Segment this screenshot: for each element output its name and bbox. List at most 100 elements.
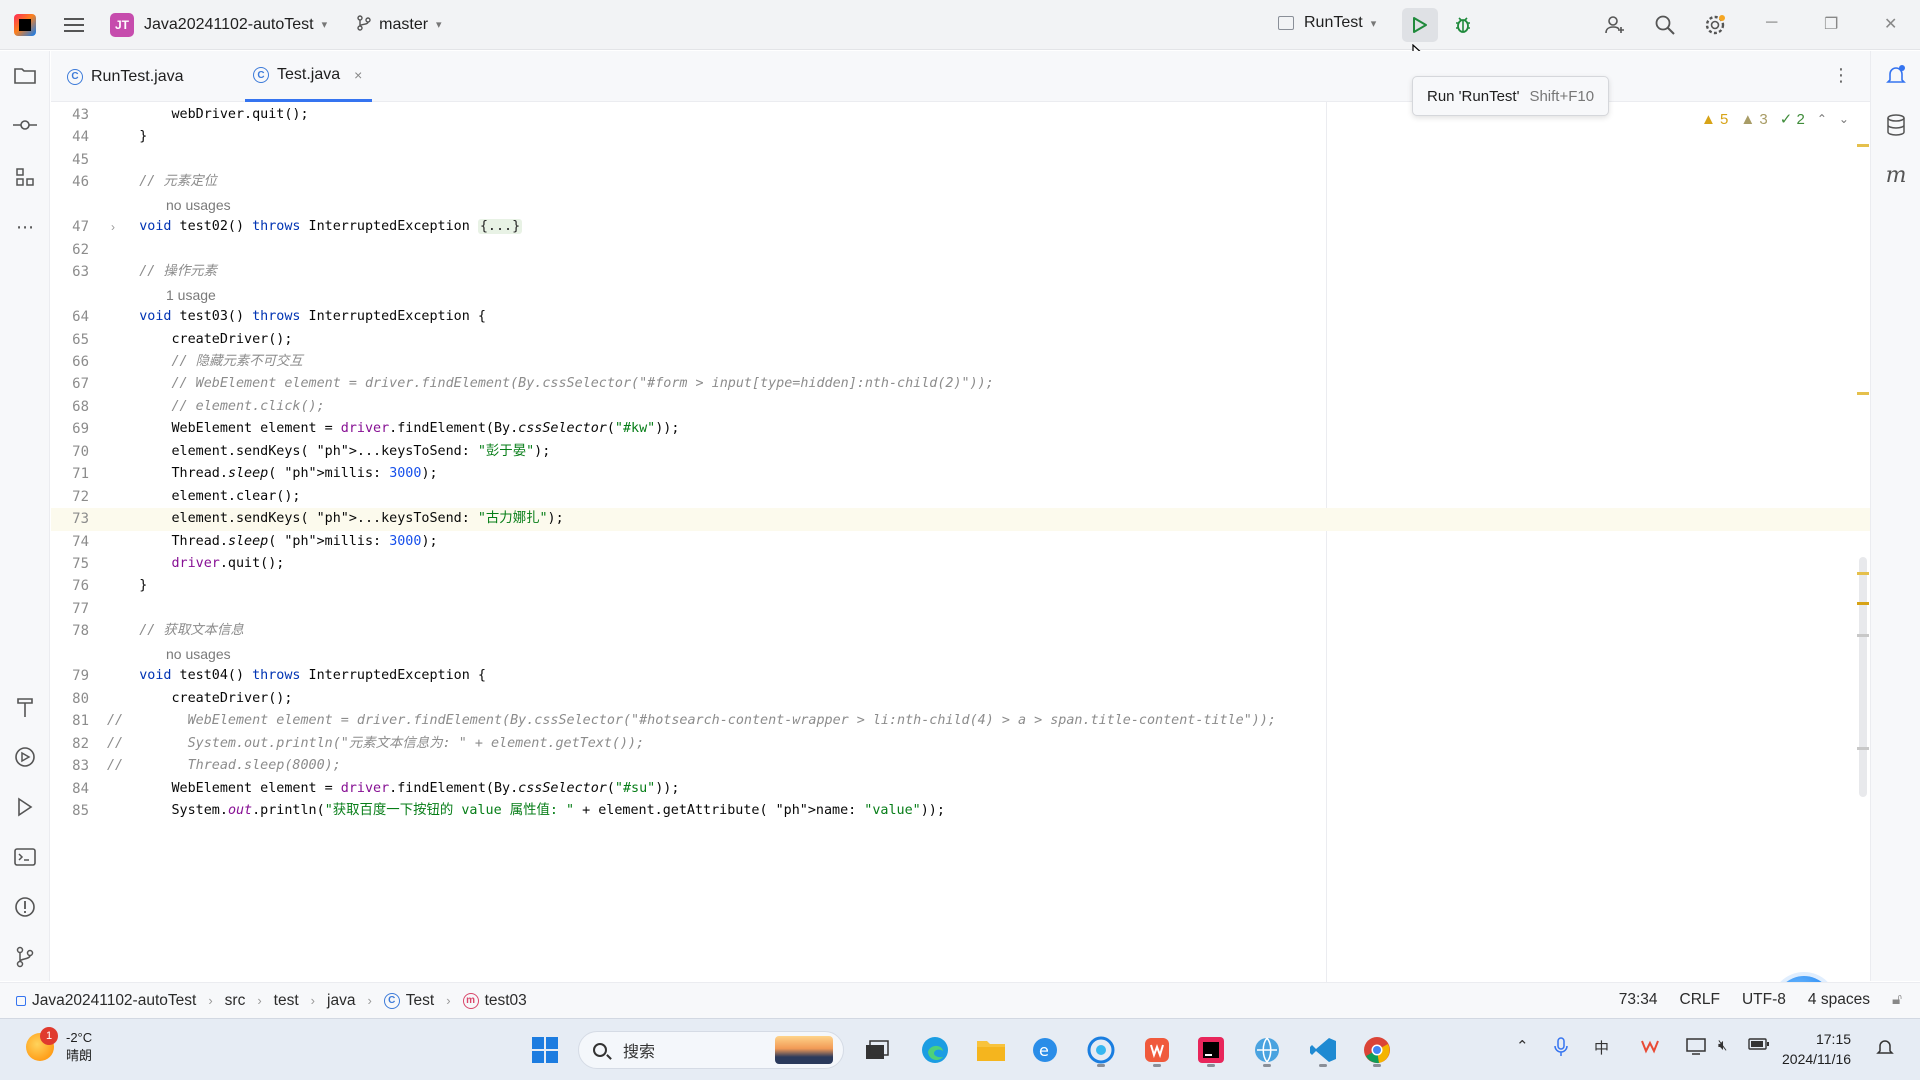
breadcrumb-item[interactable]: test03: [485, 992, 527, 1010]
code-text[interactable]: driver.quit();: [107, 553, 285, 575]
code-line[interactable]: 45: [51, 149, 1870, 171]
wps-tray-icon[interactable]: [1640, 1037, 1660, 1059]
usage-hint-row[interactable]: 1 usage: [51, 284, 1870, 306]
code-text[interactable]: // Thread.sleep(8000);: [107, 755, 341, 777]
edge-browser-icon[interactable]: [916, 1031, 954, 1069]
code-line[interactable]: 66 // 隐藏元素不可交互: [51, 351, 1870, 373]
code-line[interactable]: 44 }: [51, 126, 1870, 148]
code-text[interactable]: createDriver();: [107, 688, 292, 710]
code-text[interactable]: Thread.sleep( "ph">millis: 3000);: [107, 463, 437, 485]
main-menu-icon[interactable]: [64, 15, 84, 35]
problems-icon[interactable]: [13, 895, 37, 919]
vertical-scrollbar[interactable]: [1859, 557, 1867, 797]
settings-gear-icon[interactable]: [1702, 12, 1728, 38]
breadcrumb-item[interactable]: Java20241102-autoTest: [32, 992, 196, 1010]
more-tools-icon[interactable]: ⋯: [13, 215, 37, 239]
windows-start-icon[interactable]: [526, 1031, 564, 1069]
run-configuration-selector[interactable]: RunTest ▾: [1278, 14, 1376, 32]
code-text[interactable]: // element.click();: [107, 396, 324, 418]
code-text[interactable]: // 元素定位: [107, 171, 217, 193]
code-line[interactable]: 74 Thread.sleep( "ph">millis: 3000);: [51, 531, 1870, 553]
run-button[interactable]: [1402, 8, 1438, 42]
chevron-up-icon[interactable]: ⌃: [1516, 1037, 1529, 1055]
code-line[interactable]: 76 }: [51, 575, 1870, 597]
chrome-icon[interactable]: [1358, 1031, 1396, 1069]
more-options-icon[interactable]: ⋮: [1832, 65, 1850, 86]
code-line[interactable]: 77: [51, 598, 1870, 620]
network-app-icon[interactable]: [1248, 1031, 1286, 1069]
code-line[interactable]: 75 driver.quit();: [51, 553, 1870, 575]
breadcrumb-item[interactable]: src: [225, 992, 246, 1010]
code-line[interactable]: 68 // element.click();: [51, 396, 1870, 418]
notification-bell-icon[interactable]: [1876, 1037, 1894, 1061]
restore-icon[interactable]: ❐: [1824, 14, 1838, 34]
code-text[interactable]: element.clear();: [107, 486, 300, 508]
code-text[interactable]: // System.out.println("元素文本信息为: " + elem…: [107, 733, 644, 755]
code-line[interactable]: 84 WebElement element = driver.findEleme…: [51, 778, 1870, 800]
file-explorer-icon[interactable]: [972, 1031, 1010, 1069]
chevron-down-icon[interactable]: ▾: [322, 18, 328, 31]
code-line[interactable]: 73 element.sendKeys( "ph">...keysToSend:…: [51, 508, 1870, 531]
usage-hint[interactable]: no usages: [166, 194, 231, 216]
code-text[interactable]: WebElement element = driver.findElement(…: [107, 778, 679, 800]
code-text[interactable]: WebElement element = driver.findElement(…: [107, 418, 679, 440]
caret-position[interactable]: 73:34: [1619, 991, 1658, 1009]
code-text[interactable]: // 操作元素: [107, 261, 217, 283]
vscode-icon[interactable]: [1304, 1031, 1342, 1069]
close-icon[interactable]: ✕: [1884, 14, 1897, 34]
project-badge[interactable]: JT: [110, 12, 134, 37]
code-line[interactable]: 70 element.sendKeys( "ph">...keysToSend:…: [51, 441, 1870, 463]
code-line[interactable]: 79 void test04() throws InterruptedExcep…: [51, 665, 1870, 687]
add-user-icon[interactable]: [1602, 12, 1628, 38]
code-line[interactable]: 81 // WebElement element = driver.findEle…: [51, 710, 1870, 732]
code-line[interactable]: 62: [51, 239, 1870, 261]
code-editor[interactable]: ▲ 5 ▲ 3 ✓ 2 ⌃ ⌄ 43 webDriver.quit(); 44 }…: [51, 102, 1870, 982]
branch-selector[interactable]: master: [379, 16, 428, 34]
input-method-icon[interactable]: 中: [1594, 1037, 1609, 1058]
commit-icon[interactable]: [13, 113, 37, 137]
maven-icon[interactable]: m: [1884, 163, 1908, 188]
search-icon[interactable]: [1652, 12, 1678, 38]
intellij-logo-icon[interactable]: [14, 13, 36, 36]
git-branch-icon[interactable]: [357, 14, 371, 35]
chevron-down-icon[interactable]: ▾: [436, 18, 442, 31]
usage-hint[interactable]: 1 usage: [166, 284, 216, 306]
services-icon[interactable]: [13, 745, 37, 769]
code-line[interactable]: 64 void test03() throws InterruptedExcep…: [51, 306, 1870, 328]
task-view-icon[interactable]: [858, 1031, 896, 1069]
breadcrumb-item[interactable]: Test: [406, 992, 434, 1010]
code-line[interactable]: 82 // System.out.println("元素文本信息为: " + el…: [51, 733, 1870, 755]
code-text[interactable]: }: [107, 126, 147, 148]
code-text[interactable]: createDriver();: [107, 329, 292, 351]
weather-widget[interactable]: 1 -2°C 晴朗: [26, 1027, 92, 1065]
code-text[interactable]: // 隐藏元素不可交互: [107, 351, 302, 373]
code-text[interactable]: void test03() throws InterruptedExceptio…: [107, 306, 486, 328]
tab-test-java[interactable]: C Test.java ×: [245, 51, 373, 102]
usage-hint[interactable]: no usages: [166, 643, 231, 665]
tab-runtest-java[interactable]: C RunTest.java: [67, 51, 208, 102]
speaker-muted-icon[interactable]: 🔇︎: [1718, 1037, 1727, 1054]
code-text[interactable]: Thread.sleep( "ph">millis: 3000);: [107, 531, 437, 553]
code-line[interactable]: 72 element.clear();: [51, 486, 1870, 508]
usage-hint-row[interactable]: no usages: [51, 194, 1870, 216]
file-encoding[interactable]: UTF-8: [1742, 991, 1786, 1009]
browser-app-icon[interactable]: [1082, 1031, 1120, 1069]
battery-icon[interactable]: [1748, 1037, 1770, 1055]
code-line[interactable]: 63 // 操作元素: [51, 261, 1870, 283]
database-icon[interactable]: [1884, 113, 1908, 137]
code-text[interactable]: element.sendKeys( "ph">...keysToSend: "古…: [107, 508, 563, 530]
code-line[interactable]: 85 System.out.println("获取百度一下按钮的 value 属…: [51, 800, 1870, 822]
system-clock[interactable]: 17:15 2024/11/16: [1782, 1029, 1851, 1069]
line-separator[interactable]: CRLF: [1680, 991, 1720, 1009]
code-text[interactable]: void test04() throws InterruptedExceptio…: [107, 665, 486, 687]
project-selector[interactable]: Java20241102-autoTest: [144, 16, 314, 34]
git-icon[interactable]: [13, 945, 37, 969]
project-folder-icon[interactable]: [13, 63, 37, 87]
network-icon[interactable]: [1686, 1037, 1708, 1059]
code-line[interactable]: 83 // Thread.sleep(8000);: [51, 755, 1870, 777]
code-text[interactable]: // WebElement element = driver.findEleme…: [107, 710, 1276, 732]
code-line[interactable]: 65 createDriver();: [51, 329, 1870, 351]
taskbar-search[interactable]: 搜索: [578, 1031, 844, 1069]
code-line[interactable]: 80 createDriver();: [51, 688, 1870, 710]
code-line[interactable]: 47 › void test02() throws InterruptedExce…: [51, 216, 1870, 238]
